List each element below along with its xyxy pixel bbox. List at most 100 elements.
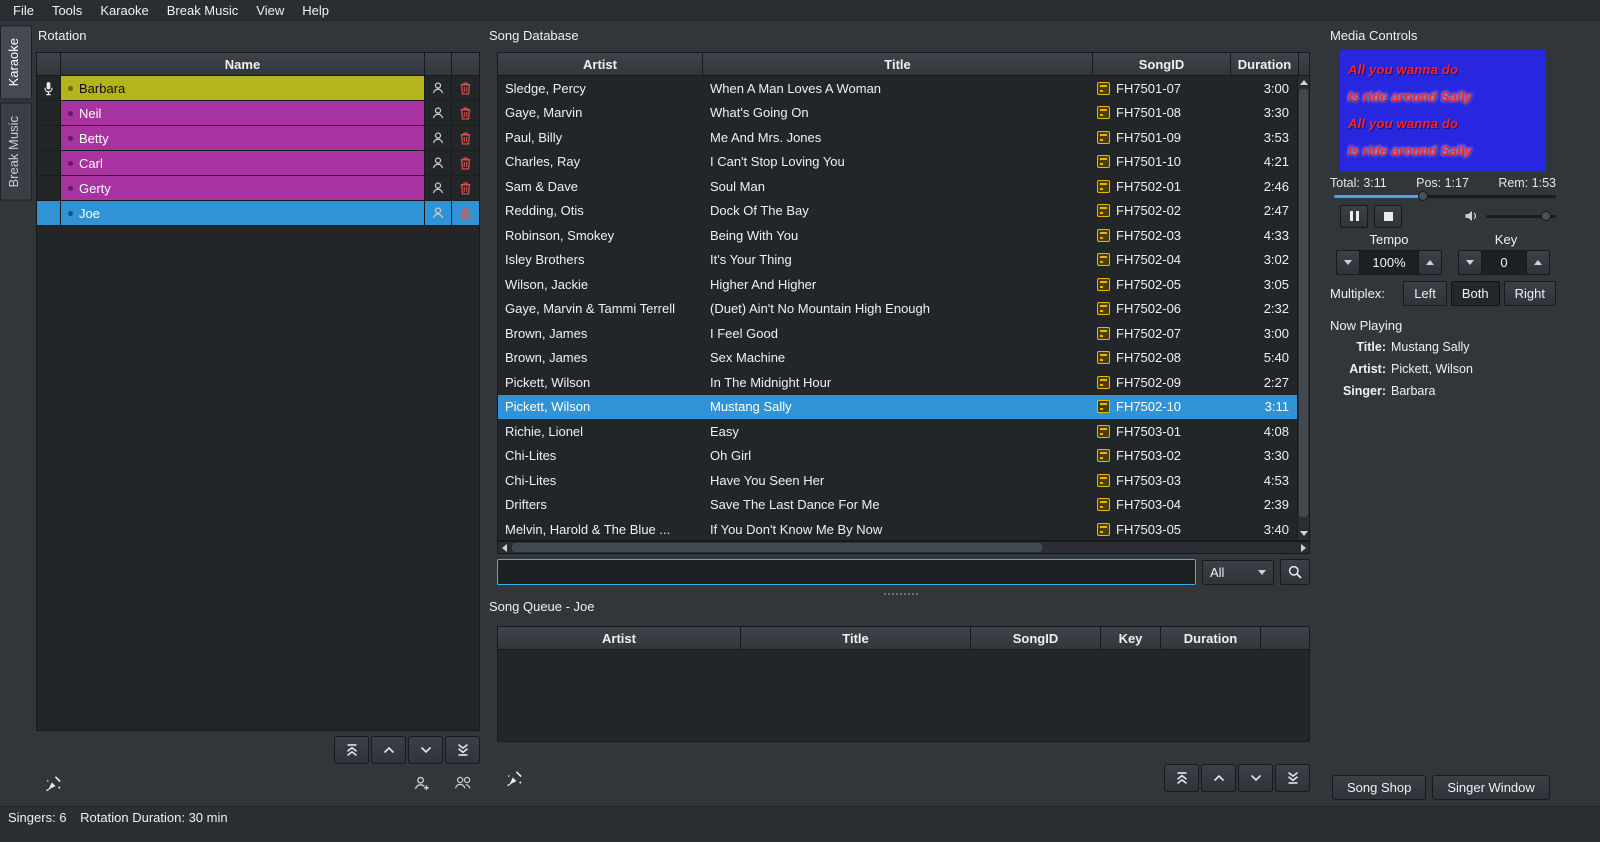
rotation-move-up-button[interactable] xyxy=(371,736,406,764)
rotation-singer-row[interactable]: Carl xyxy=(37,151,479,176)
singer-name-cell: Betty xyxy=(61,126,425,150)
multiplex-right-button[interactable]: Right xyxy=(1504,281,1556,306)
clear-rotation-button[interactable] xyxy=(36,767,70,799)
scroll-right-arrow[interactable] xyxy=(1297,542,1309,553)
menu-item-break-music[interactable]: Break Music xyxy=(158,1,248,20)
singer-regular-icon[interactable] xyxy=(425,176,452,200)
rotation-singer-row[interactable]: Barbara xyxy=(37,76,479,101)
key-value[interactable]: 0 xyxy=(1482,250,1526,275)
menu-item-tools[interactable]: Tools xyxy=(43,1,91,20)
song-duration: 3:53 xyxy=(1231,125,1299,150)
volume-slider-handle[interactable] xyxy=(1541,211,1551,221)
vertical-scrollbar[interactable] xyxy=(1297,76,1309,540)
queue-move-to-top-button[interactable] xyxy=(1164,764,1199,792)
menu-item-karaoke[interactable]: Karaoke xyxy=(91,1,157,20)
queue-column-header-title[interactable]: Title xyxy=(741,627,971,649)
tempo-decrease-button[interactable] xyxy=(1336,250,1360,275)
volume-slider[interactable] xyxy=(1486,210,1556,222)
song-shop-button[interactable]: Song Shop xyxy=(1332,775,1426,800)
column-header-artist[interactable]: Artist xyxy=(498,53,703,75)
column-header-title[interactable]: Title xyxy=(703,53,1093,75)
multiplex-both-button[interactable]: Both xyxy=(1451,281,1500,306)
rotation-singer-list: BarbaraNeilBettyCarlGertyJoe xyxy=(37,76,479,226)
menu-item-view[interactable]: View xyxy=(247,1,293,20)
horizontal-scrollbar-thumb[interactable] xyxy=(512,543,1042,552)
song-row[interactable]: Brown, JamesSex MachineFH7502-085:40 xyxy=(498,346,1309,371)
column-header-duration[interactable]: Duration xyxy=(1231,53,1299,75)
scroll-up-arrow[interactable] xyxy=(1298,77,1309,88)
rotation-singer-row[interactable]: Betty xyxy=(37,126,479,151)
side-tab-break-music[interactable]: Break Music xyxy=(0,103,32,201)
splitter-handle[interactable] xyxy=(884,593,918,595)
song-row[interactable]: Gaye, MarvinWhat's Going OnFH7501-083:30 xyxy=(498,101,1309,126)
song-row[interactable]: Melvin, Harold & The Blue ...If You Don'… xyxy=(498,517,1309,542)
tempo-increase-button[interactable] xyxy=(1418,250,1442,275)
search-filter-dropdown[interactable]: All xyxy=(1202,560,1274,585)
horizontal-scrollbar[interactable] xyxy=(497,541,1310,554)
singer-regular-icon[interactable] xyxy=(425,126,452,150)
side-tab-karaoke[interactable]: Karaoke xyxy=(0,25,32,99)
queue-column-header-key[interactable]: Key xyxy=(1101,627,1161,649)
song-row[interactable]: Pickett, WilsonIn The Midnight HourFH750… xyxy=(498,370,1309,395)
rotation-singer-row[interactable]: Joe xyxy=(37,201,479,226)
menu-item-file[interactable]: File xyxy=(4,1,43,20)
queue-column-header-duration[interactable]: Duration xyxy=(1161,627,1261,649)
song-row[interactable]: Pickett, WilsonMustang SallyFH7502-103:1… xyxy=(498,395,1309,420)
song-row[interactable]: Paul, BillyMe And Mrs. JonesFH7501-093:5… xyxy=(498,125,1309,150)
menu-item-help[interactable]: Help xyxy=(293,1,338,20)
column-header-songid[interactable]: SongID xyxy=(1093,53,1231,75)
singer-delete-icon[interactable] xyxy=(452,151,479,175)
position-slider[interactable] xyxy=(1334,190,1556,202)
queue-move-to-bottom-button[interactable] xyxy=(1275,764,1310,792)
scroll-left-arrow[interactable] xyxy=(498,542,510,553)
singer-regular-icon[interactable] xyxy=(425,101,452,125)
song-row[interactable]: Brown, JamesI Feel GoodFH7502-073:00 xyxy=(498,321,1309,346)
queue-move-down-button[interactable] xyxy=(1238,764,1273,792)
scroll-down-arrow[interactable] xyxy=(1298,528,1309,539)
singer-delete-icon[interactable] xyxy=(452,126,479,150)
singer-regular-icon[interactable] xyxy=(425,76,452,100)
stop-button[interactable] xyxy=(1374,205,1402,228)
pause-button[interactable] xyxy=(1340,205,1368,228)
position-slider-handle[interactable] xyxy=(1418,191,1428,201)
song-row[interactable]: Redding, OtisDock Of The BayFH7502-022:4… xyxy=(498,199,1309,224)
singer-delete-icon[interactable] xyxy=(452,176,479,200)
rotation-singer-row[interactable]: Gerty xyxy=(37,176,479,201)
song-row[interactable]: Robinson, SmokeyBeing With YouFH7502-034… xyxy=(498,223,1309,248)
clear-queue-button[interactable] xyxy=(497,762,531,794)
add-singer-button[interactable] xyxy=(404,767,438,799)
queue-column-header-songid[interactable]: SongID xyxy=(971,627,1101,649)
song-row[interactable]: Richie, LionelEasyFH7503-014:08 xyxy=(498,419,1309,444)
tempo-value[interactable]: 100% xyxy=(1360,250,1418,275)
song-row[interactable]: Isley BrothersIt's Your ThingFH7502-043:… xyxy=(498,248,1309,273)
singer-window-button[interactable]: Singer Window xyxy=(1432,775,1549,800)
song-row[interactable]: Chi-LitesOh GirlFH7503-023:30 xyxy=(498,444,1309,469)
rotation-singer-row[interactable]: Neil xyxy=(37,101,479,126)
singer-delete-icon[interactable] xyxy=(452,101,479,125)
key-increase-button[interactable] xyxy=(1526,250,1550,275)
song-row[interactable]: Chi-LitesHave You Seen HerFH7503-034:53 xyxy=(498,468,1309,493)
singer-regular-icon[interactable] xyxy=(425,151,452,175)
queue-column-header-artist[interactable]: Artist xyxy=(498,627,741,649)
song-row[interactable]: Sledge, PercyWhen A Man Loves A WomanFH7… xyxy=(498,76,1309,101)
singer-delete-icon[interactable] xyxy=(452,201,479,225)
song-row[interactable]: Charles, RayI Can't Stop Loving YouFH750… xyxy=(498,150,1309,175)
song-title: Oh Girl xyxy=(703,444,1093,469)
vertical-scrollbar-thumb[interactable] xyxy=(1299,89,1308,517)
key-decrease-button[interactable] xyxy=(1458,250,1482,275)
rotation-move-to-bottom-button[interactable] xyxy=(445,736,480,764)
singer-delete-icon[interactable] xyxy=(452,76,479,100)
rotation-move-down-button[interactable] xyxy=(408,736,443,764)
song-row[interactable]: Wilson, JackieHigher And HigherFH7502-05… xyxy=(498,272,1309,297)
rotation-move-to-top-button[interactable] xyxy=(334,736,369,764)
queue-move-up-button[interactable] xyxy=(1201,764,1236,792)
song-row[interactable]: Sam & DaveSoul ManFH7502-012:46 xyxy=(498,174,1309,199)
multiplex-left-button[interactable]: Left xyxy=(1403,281,1447,306)
search-button[interactable] xyxy=(1280,559,1310,585)
song-row[interactable]: DriftersSave The Last Dance For MeFH7503… xyxy=(498,493,1309,518)
singer-regular-icon[interactable] xyxy=(425,201,452,225)
song-search-input[interactable] xyxy=(497,559,1196,585)
song-row[interactable]: Gaye, Marvin & Tammi Terrell(Duet) Ain't… xyxy=(498,297,1309,322)
regular-singers-button[interactable] xyxy=(446,767,480,799)
song-duration: 3:40 xyxy=(1231,517,1299,542)
